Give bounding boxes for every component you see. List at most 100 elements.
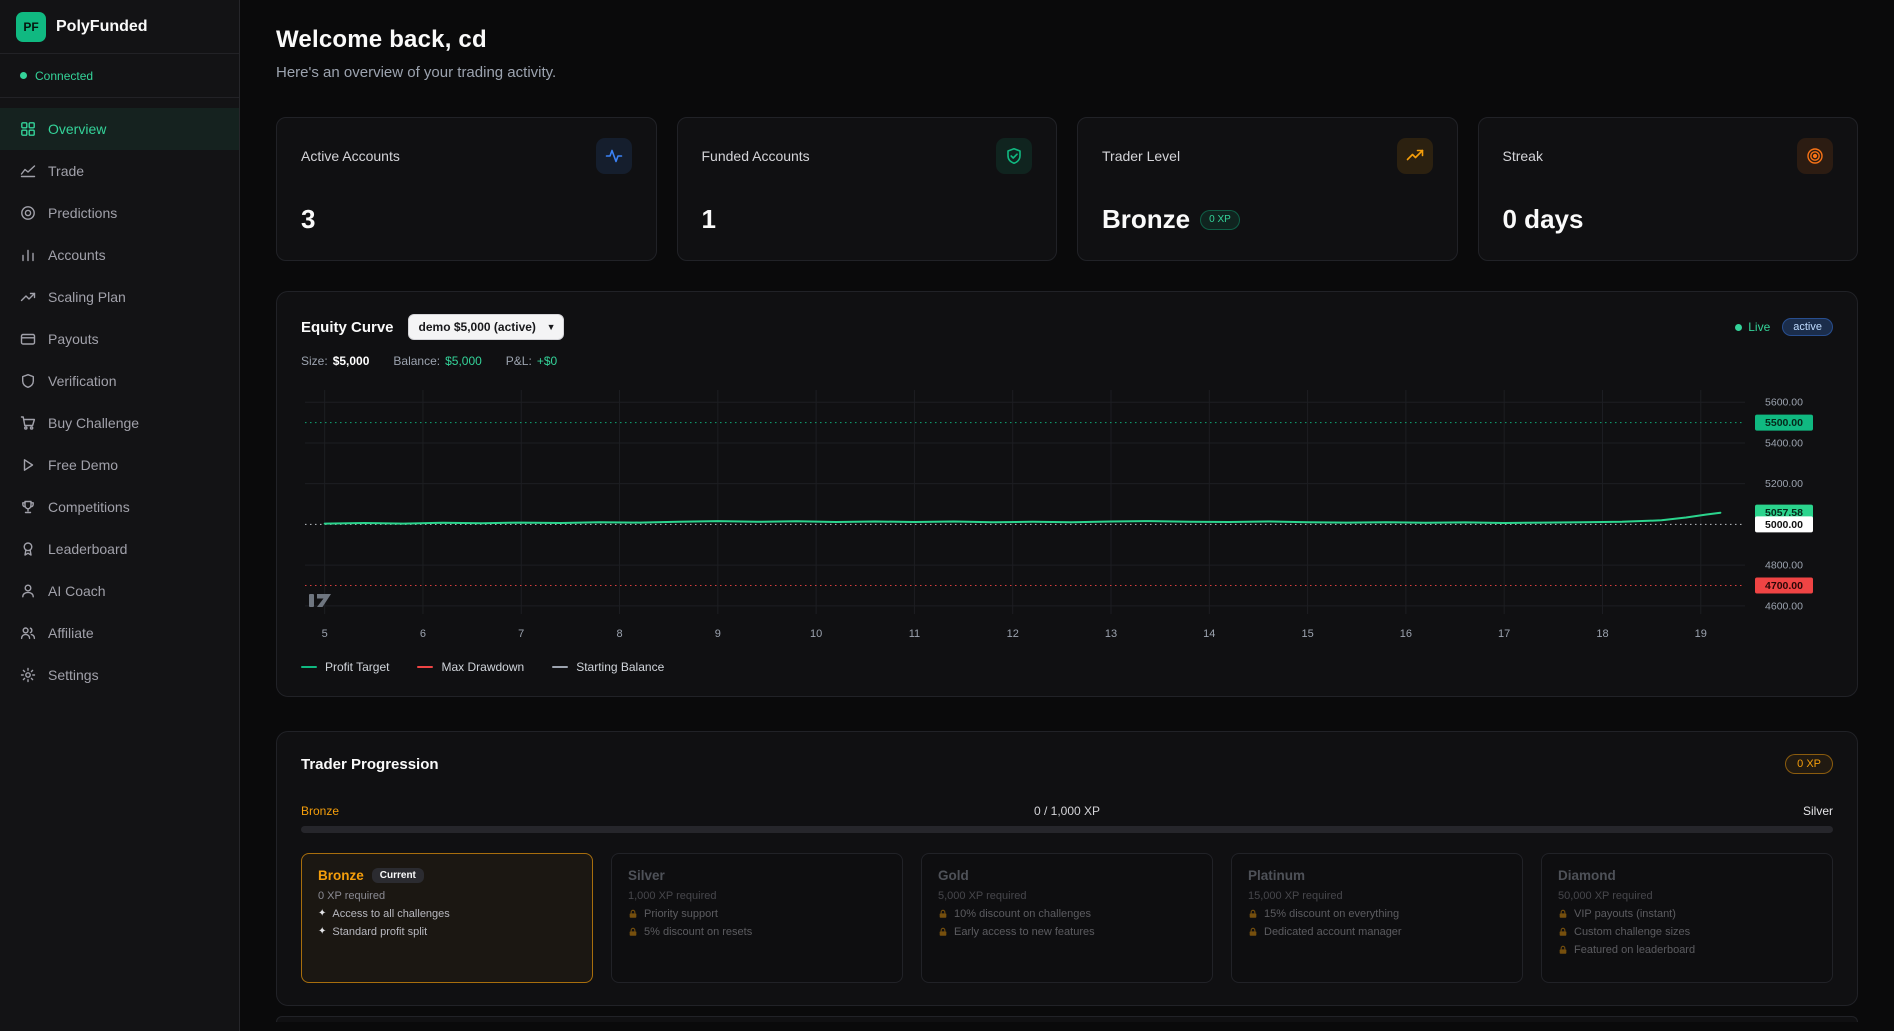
xp-total-badge: 0 XP <box>1785 754 1833 774</box>
app-logo: PF <box>16 12 46 42</box>
xp-progress-text: 0 / 1,000 XP <box>1034 804 1100 818</box>
target-icon <box>20 205 36 221</box>
trending-up-icon <box>1397 138 1433 174</box>
svg-text:14: 14 <box>1203 628 1215 640</box>
legend-starting-balance: Starting Balance <box>552 660 664 674</box>
tier-card-bronze: Bronze Current 0 XP required ✦Access to … <box>301 853 593 983</box>
svg-text:5200.00: 5200.00 <box>1765 478 1803 490</box>
tier-name: Platinum <box>1248 868 1305 883</box>
target-icon <box>1797 138 1833 174</box>
sidebar-item-buy-challenge[interactable]: Buy Challenge <box>0 402 239 444</box>
legend-swatch <box>301 666 317 668</box>
tier-perk: Custom challenge sizes <box>1558 926 1816 938</box>
sidebar-item-competitions[interactable]: Competitions <box>0 486 239 528</box>
legend-swatch <box>417 666 433 668</box>
sidebar-item-leaderboard[interactable]: Leaderboard <box>0 528 239 570</box>
tier-requirement: 1,000 XP required <box>628 890 886 902</box>
svg-text:6: 6 <box>420 628 426 640</box>
trader-level-value: Bronze <box>1102 204 1190 235</box>
sidebar-item-ai-coach[interactable]: AI Coach <box>0 570 239 612</box>
tier-perk: ✦Standard profit split <box>318 926 576 938</box>
account-select[interactable]: demo $5,000 (active) <box>408 314 564 340</box>
svg-text:5000.00: 5000.00 <box>1765 519 1803 531</box>
stat-card-active-accounts: Active Accounts 3 <box>276 117 657 261</box>
medal-icon <box>20 541 36 557</box>
sidebar-item-settings[interactable]: Settings <box>0 654 239 696</box>
main-content: Welcome back, cd Here's an overview of y… <box>240 0 1894 1031</box>
card-icon <box>20 331 36 347</box>
svg-text:7: 7 <box>518 628 524 640</box>
tier-requirement: 15,000 XP required <box>1248 890 1506 902</box>
connection-status: Connected <box>0 54 239 98</box>
stat-value: Bronze 0 XP <box>1102 204 1433 235</box>
sidebar-item-predictions[interactable]: Predictions <box>0 192 239 234</box>
stat-card-funded-accounts: Funded Accounts 1 <box>677 117 1058 261</box>
pnl-label: P&L: <box>506 354 532 368</box>
connected-dot-icon <box>20 72 27 79</box>
tier-perk: ✦Access to all challenges <box>318 908 576 920</box>
equity-chart[interactable]: 56789101112131415161718195600.005500.005… <box>301 382 1833 650</box>
chart-line-icon <box>20 163 36 179</box>
tier-name: Diamond <box>1558 868 1616 883</box>
current-tier-label: Bronze <box>301 804 339 818</box>
tradingview-logo[interactable] <box>309 590 335 608</box>
tier-card-silver: Silver 1,000 XP required Priority suppor… <box>611 853 903 983</box>
lock-icon <box>938 909 948 919</box>
lock-icon <box>628 927 638 937</box>
sidebar-item-label: Free Demo <box>48 457 118 473</box>
svg-text:9: 9 <box>715 628 721 640</box>
users-icon <box>20 625 36 641</box>
stat-value: 3 <box>301 204 632 235</box>
sidebar-item-trade[interactable]: Trade <box>0 150 239 192</box>
sidebar-item-label: Competitions <box>48 499 130 515</box>
tier-requirement: 5,000 XP required <box>938 890 1196 902</box>
sidebar-item-verification[interactable]: Verification <box>0 360 239 402</box>
tier-perk: VIP payouts (instant) <box>1558 908 1816 920</box>
tier-card-diamond: Diamond 50,000 XP required VIP payouts (… <box>1541 853 1833 983</box>
sidebar-item-label: Verification <box>48 373 116 389</box>
grid-icon <box>20 121 36 137</box>
xp-badge: 0 XP <box>1200 210 1240 230</box>
live-label: Live <box>1748 320 1770 334</box>
current-tier-badge: Current <box>372 868 424 883</box>
legend-swatch <box>552 666 568 668</box>
sidebar-item-free-demo[interactable]: Free Demo <box>0 444 239 486</box>
user-icon <box>20 583 36 599</box>
tier-perk: 15% discount on everything <box>1248 908 1506 920</box>
sidebar-item-label: Affiliate <box>48 625 94 641</box>
sidebar-item-label: Trade <box>48 163 84 179</box>
tier-perk: Featured on leaderboard <box>1558 944 1816 956</box>
balance-value: $5,000 <box>445 354 482 368</box>
sidebar: PF PolyFunded Connected Overview Trade P… <box>0 0 240 1031</box>
lock-icon <box>938 927 948 937</box>
tier-perk: 5% discount on resets <box>628 926 886 938</box>
cart-icon <box>20 415 36 431</box>
tier-name: Gold <box>938 868 969 883</box>
lock-icon <box>1248 909 1258 919</box>
stat-card-streak: Streak 0 days <box>1478 117 1859 261</box>
tier-perk: Priority support <box>628 908 886 920</box>
lock-icon <box>1558 909 1568 919</box>
lock-icon <box>628 909 638 919</box>
sidebar-item-label: Buy Challenge <box>48 415 139 431</box>
stat-label: Active Accounts <box>301 148 400 164</box>
sidebar-item-accounts[interactable]: Accounts <box>0 234 239 276</box>
svg-text:18: 18 <box>1596 628 1608 640</box>
live-dot-icon <box>1735 324 1742 331</box>
connection-label: Connected <box>35 69 93 83</box>
sidebar-item-scaling-plan[interactable]: Scaling Plan <box>0 276 239 318</box>
sidebar-item-label: Overview <box>48 121 106 137</box>
tier-perk: 10% discount on challenges <box>938 908 1196 920</box>
sidebar-header: PF PolyFunded <box>0 0 239 54</box>
tier-name: Bronze <box>318 868 364 883</box>
sidebar-item-affiliate[interactable]: Affiliate <box>0 612 239 654</box>
sidebar-item-label: AI Coach <box>48 583 106 599</box>
active-status-badge: active <box>1782 318 1833 336</box>
tier-perk: Early access to new features <box>938 926 1196 938</box>
sidebar-item-payouts[interactable]: Payouts <box>0 318 239 360</box>
xp-progress-labels: Bronze 0 / 1,000 XP Silver <box>301 804 1833 818</box>
sidebar-item-overview[interactable]: Overview <box>0 108 239 150</box>
sidebar-item-label: Leaderboard <box>48 541 127 557</box>
account-summary: Size:$5,000 Balance:$5,000 P&L:+$0 <box>301 354 1833 368</box>
sidebar-item-label: Payouts <box>48 331 99 347</box>
